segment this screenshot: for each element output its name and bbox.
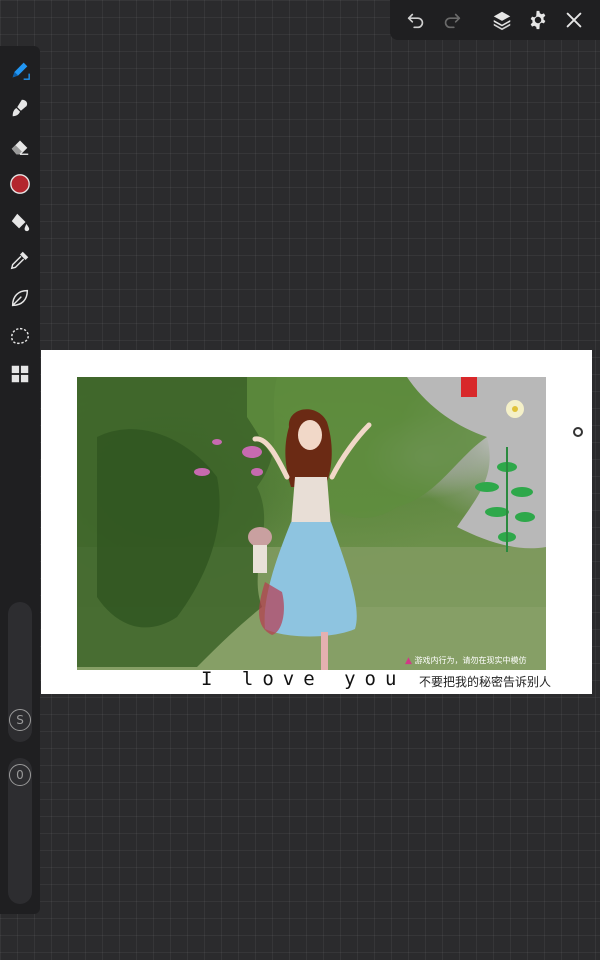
top-toolbar xyxy=(390,0,600,40)
eraser-icon[interactable] xyxy=(8,134,32,158)
watermark-label: 游戏内行为，请勿在现实中模仿 xyxy=(414,656,527,665)
redo-icon[interactable] xyxy=(440,8,464,32)
brush-icon[interactable] xyxy=(8,96,32,120)
canvas-resize-handle[interactable] xyxy=(573,427,583,437)
fill-bucket-icon[interactable] xyxy=(8,210,32,234)
opacity-label[interactable]: 0 xyxy=(9,764,31,786)
left-toolbar: S 0 xyxy=(0,46,40,914)
eyedropper-icon[interactable] xyxy=(8,248,32,272)
gear-icon[interactable] xyxy=(526,8,550,32)
undo-icon[interactable] xyxy=(404,8,428,32)
pen-icon[interactable] xyxy=(8,58,32,82)
warning-triangle-icon: ▲ xyxy=(405,656,412,666)
caption-english: I love you xyxy=(201,668,406,690)
lasso-icon[interactable] xyxy=(8,324,32,348)
layers-icon[interactable] xyxy=(490,8,514,32)
grid-icon[interactable] xyxy=(8,362,32,386)
watermark-text: ▲ 游戏内行为，请勿在现实中模仿 xyxy=(405,655,526,666)
size-label[interactable]: S xyxy=(9,709,31,731)
drawing-canvas[interactable]: ▲ 游戏内行为，请勿在现实中模仿 I love you 不要把我的秘密告诉别人 xyxy=(41,350,592,694)
artwork-image: ▲ 游戏内行为，请勿在现实中模仿 xyxy=(77,377,546,670)
leaf-icon[interactable] xyxy=(8,286,32,310)
close-icon[interactable] xyxy=(562,8,586,32)
caption-chinese: 不要把我的秘密告诉别人 xyxy=(419,675,552,689)
color-swatch[interactable] xyxy=(8,172,32,196)
